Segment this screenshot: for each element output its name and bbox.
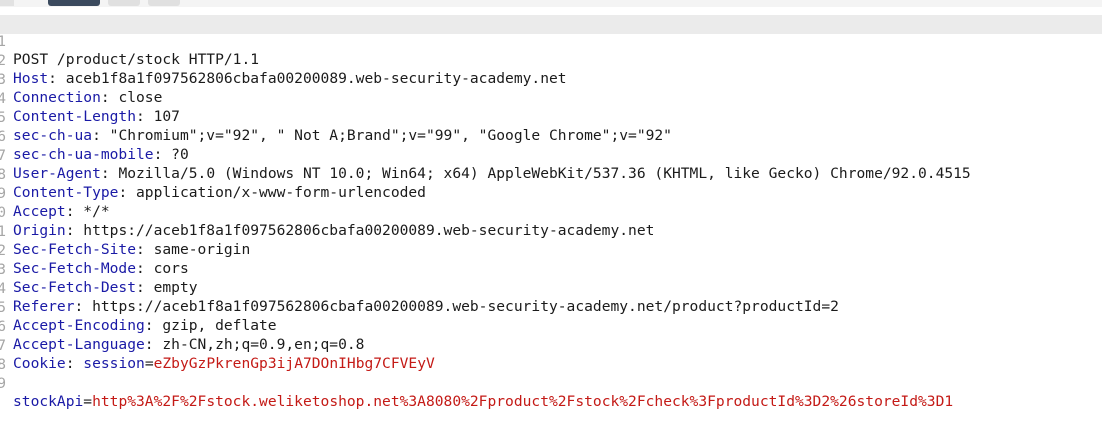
header-value: empty (153, 279, 198, 296)
header-value: aceb1f8a1f097562806cbafa00200089.web-sec… (65, 70, 567, 87)
header-row-sec-fetch-dest[interactable]: 3 Sec-Fetch-Dest: empty (0, 243, 198, 296)
header-row-accept-encoding[interactable]: 5 Accept-Encoding: gzip, deflate (0, 281, 277, 334)
header-row-content-length[interactable]: 4 Content-Length: 107 (0, 72, 180, 125)
tab[interactable] (148, 0, 180, 6)
header-value: */* (83, 203, 110, 220)
header-value: Mozilla/5.0 (Windows NT 10.0; Win64; x64… (118, 165, 971, 182)
tab-active[interactable] (48, 0, 100, 6)
body-param-value: http%3A%2F%2Fstock.weliketoshop.net%3A80… (92, 393, 954, 410)
header-row-sec-ch-ua-mobile[interactable]: 6 sec-ch-ua-mobile: ?0 (0, 110, 189, 163)
header-value: application/x-www-form-urlencoded (136, 184, 426, 201)
body-param-name: stockApi (13, 393, 84, 410)
header-value: cors (153, 260, 189, 277)
header-value: close (118, 89, 163, 106)
header-value: same-origin (153, 241, 251, 258)
header-row-content-type[interactable]: 8 Content-Type: application/x-www-form-u… (0, 148, 426, 201)
header-value: gzip, deflate (162, 317, 277, 334)
header-row-cookie[interactable]: 7 Cookie: session=eZbyGzPkrenGp3ijA7DOnI… (0, 319, 435, 372)
header-row-sec-fetch-site[interactable]: 1 Sec-Fetch-Site: same-origin (0, 205, 250, 258)
header-row-sec-fetch-mode[interactable]: 2 Sec-Fetch-Mode: cors (0, 224, 189, 277)
header-row-origin[interactable]: 0 Origin: https://aceb1f8a1f097562806cba… (0, 186, 654, 239)
header-value: ?0 (171, 146, 189, 163)
header-value: https://aceb1f8a1f097562806cbafa00200089… (83, 222, 655, 239)
tab[interactable] (0, 0, 14, 6)
header-value: zh-CN,zh;q=0.9,en;q=0.8 (162, 336, 365, 353)
raw-request-editor[interactable]: 1 POST /product/stock HTTP/1.1 2 Host: a… (0, 15, 1102, 410)
header-row-connection[interactable]: 3 Connection: close (0, 53, 162, 106)
request-line: POST /product/stock HTTP/1.1 (13, 51, 260, 68)
tab[interactable] (108, 0, 140, 6)
header-row-user-agent[interactable]: 7 User-Agent: Mozilla/5.0 (Windows NT 10… (0, 129, 971, 182)
request-line-row[interactable]: 1 POST /product/stock HTTP/1.1 (0, 15, 1102, 68)
header-value: 107 (153, 108, 180, 125)
header-row-accept-language[interactable]: 6 Accept-Language: zh-CN,zh;q=0.9,en;q=0… (0, 300, 364, 353)
header-row-referer[interactable]: 4 Referer: https://aceb1f8a1f097562806cb… (0, 262, 839, 315)
cookie-key: session (83, 355, 145, 372)
header-value: "Chromium";v="92", " Not A;Brand";v="99"… (109, 127, 672, 144)
cookie-value: eZbyGzPkrenGp3ijA7DOnIHbg7CFVEyV (153, 355, 435, 372)
body-row[interactable]: 9 stockApi=http%3A%2F%2Fstock.weliketosh… (0, 357, 953, 410)
header-value: https://aceb1f8a1f097562806cbafa00200089… (92, 298, 839, 315)
header-row-accept[interactable]: 9 Accept: */* (0, 167, 110, 220)
blank-row[interactable]: 8 (0, 338, 35, 373)
tab-bar (0, 0, 1102, 7)
header-row-sec-ch-ua[interactable]: 5 sec-ch-ua: "Chromium";v="92", " Not A;… (0, 91, 672, 144)
line-number: 9 (0, 375, 6, 392)
header-row-host[interactable]: 2 Host: aceb1f8a1f097562806cbafa00200089… (0, 34, 567, 87)
